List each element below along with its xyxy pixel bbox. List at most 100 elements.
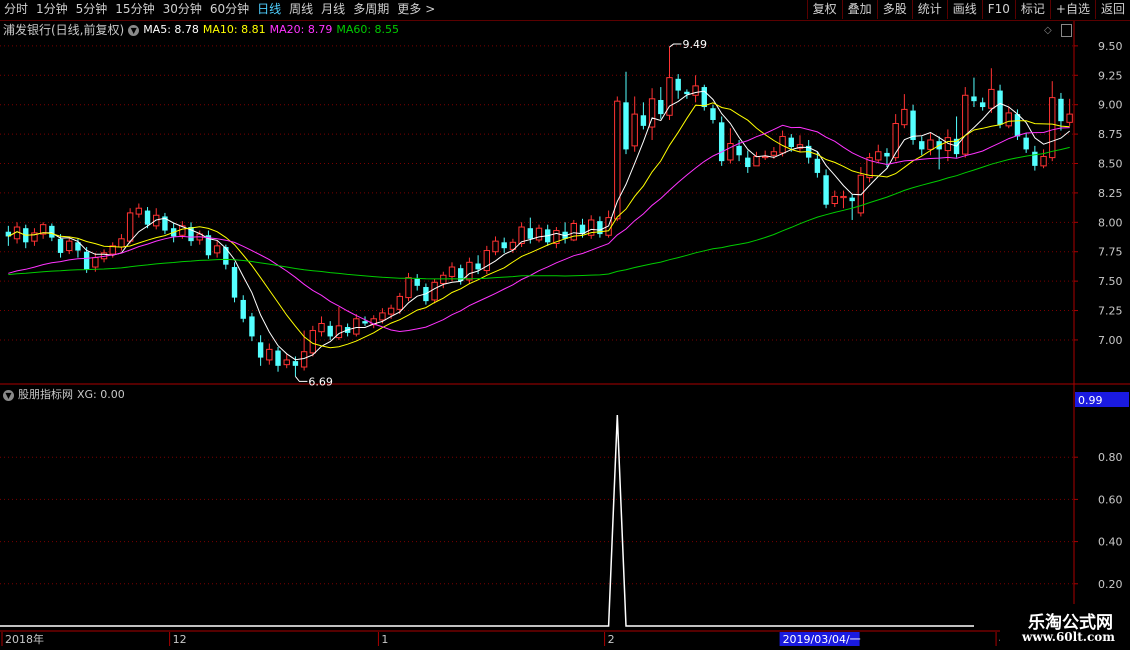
period-tab[interactable]: 5分钟 <box>72 0 112 20</box>
candle-body-down <box>1058 98 1064 122</box>
candle-body-down <box>814 158 821 173</box>
candle-body-down <box>1032 151 1038 166</box>
candle-body-down <box>736 145 742 156</box>
candle-body-up <box>266 348 273 361</box>
kline-chart[interactable]: 9.50 9.25 9.00 8.75 8.50 8.25 8.00 7.75 7.50 7.25… <box>0 21 1130 650</box>
candle-body-down <box>275 350 281 366</box>
candle-body-down <box>475 263 481 270</box>
candle-body-up <box>466 261 473 281</box>
candle-body-down <box>710 108 716 120</box>
period-tab[interactable]: 30分钟 <box>159 0 206 20</box>
candle-body-down <box>884 152 890 157</box>
candle-body-down <box>910 110 916 140</box>
candle-body-up <box>692 85 699 96</box>
period-tab[interactable]: 周线 <box>285 0 317 20</box>
toolbar-button[interactable]: 多股 <box>876 0 912 19</box>
candle-body-up <box>379 312 386 321</box>
price-tick-label: 7.00 <box>1098 334 1123 347</box>
candle-body-down <box>718 122 725 162</box>
candle-body-up <box>1049 97 1056 159</box>
candle-body-down <box>292 361 299 366</box>
candle-body-down <box>979 102 986 108</box>
candle-body-up <box>213 245 221 254</box>
time-axis-label: 1 <box>381 633 388 646</box>
candle-body-up <box>431 281 438 301</box>
candle-body-down <box>57 238 64 253</box>
candle-body-down <box>658 99 664 115</box>
price-tick-label: 9.25 <box>1098 69 1123 82</box>
price-tick-label: 8.75 <box>1098 128 1123 141</box>
candle-body-down <box>997 90 1003 125</box>
candle-body-up <box>753 155 760 167</box>
candle-body-down <box>971 96 977 102</box>
candle-body-up <box>631 113 638 147</box>
candle-body-down <box>240 299 246 319</box>
indicator-tick-label: 0.40 <box>1098 536 1123 549</box>
candle-body-down <box>362 321 368 324</box>
period-tab[interactable]: 月线 <box>317 0 349 20</box>
date-highlight-label: 2019/03/04/一 <box>783 633 861 646</box>
candle-body-up <box>318 322 325 333</box>
toolbar-button[interactable]: 画线 <box>946 0 982 19</box>
period-tab[interactable]: 60分钟 <box>206 0 253 20</box>
candle-body-up <box>135 207 143 215</box>
candle-body-down <box>257 342 264 358</box>
indicator-tick-label: 0.20 <box>1098 578 1123 591</box>
toolbar-button[interactable]: 叠加 <box>841 0 877 19</box>
candle-body-up <box>353 318 360 335</box>
candle-body-down <box>223 247 229 265</box>
candle-body-up <box>761 155 769 159</box>
price-tick-label: 7.25 <box>1098 305 1123 318</box>
candle-body-up <box>448 266 456 277</box>
candle-body-up <box>840 195 847 199</box>
period-tab[interactable]: 15分钟 <box>111 0 158 20</box>
toolbar-button[interactable]: 标记 <box>1014 0 1050 19</box>
candle-body-down <box>684 91 690 95</box>
candle-body-down <box>527 228 533 239</box>
candle-body-up <box>875 151 882 161</box>
candle-body-down <box>675 78 681 91</box>
candle-body-down <box>231 267 238 298</box>
time-axis-label: 2 <box>608 633 615 646</box>
candle-body-up <box>831 195 838 205</box>
candle-body-up <box>1040 155 1047 167</box>
period-tab[interactable]: 1分钟 <box>32 0 72 20</box>
low-marker-pointer <box>295 376 308 382</box>
price-tick-label: 8.50 <box>1098 158 1123 171</box>
period-tab[interactable]: 更多 <box>393 0 425 20</box>
candle-body-down <box>919 141 925 150</box>
candle-body-down <box>788 137 794 148</box>
period-tab[interactable]: 多周期 <box>349 0 393 20</box>
candle-body-down <box>501 242 507 249</box>
candle-body-up <box>857 174 865 214</box>
period-tab[interactable]: 分时 <box>0 0 32 20</box>
candle-body-up <box>962 94 969 155</box>
time-axis-label: 12 <box>173 633 187 646</box>
candle-body-up <box>283 359 290 366</box>
high-marker-label: 9.49 <box>682 38 707 51</box>
price-tick-label: 8.00 <box>1098 216 1123 229</box>
xg-indicator-line <box>0 414 974 627</box>
period-tab[interactable]: 日线 <box>253 0 285 20</box>
ma60-line <box>8 146 1070 280</box>
watermark-url: www.60lt.com <box>1022 630 1115 644</box>
price-tick-label: 8.25 <box>1098 187 1123 200</box>
candle-body-up <box>126 212 134 242</box>
candle-body-down <box>745 157 751 168</box>
candle-body-up <box>1066 113 1073 123</box>
toolbar-button[interactable]: 返回 <box>1094 0 1130 19</box>
toolbar-button[interactable]: 复权 <box>806 0 842 19</box>
toolbar-button[interactable]: +自选 <box>1049 0 1095 19</box>
high-marker-pointer <box>669 43 682 48</box>
candle-body-down <box>849 197 855 202</box>
candle-body-down <box>414 278 420 286</box>
candle-body-down <box>640 115 647 126</box>
candle-body-down <box>249 316 255 337</box>
chevron-right-icon[interactable]: > <box>425 0 439 20</box>
candle-body-up <box>300 351 308 368</box>
candle-body-down <box>49 225 55 238</box>
tool-buttons: 复权 叠加 多股 统计 画线 F10 标记 +自选 返回 <box>806 0 1130 20</box>
toolbar-button[interactable]: F10 <box>981 0 1015 19</box>
candle-body-down <box>823 175 829 205</box>
toolbar-button[interactable]: 统计 <box>911 0 947 19</box>
